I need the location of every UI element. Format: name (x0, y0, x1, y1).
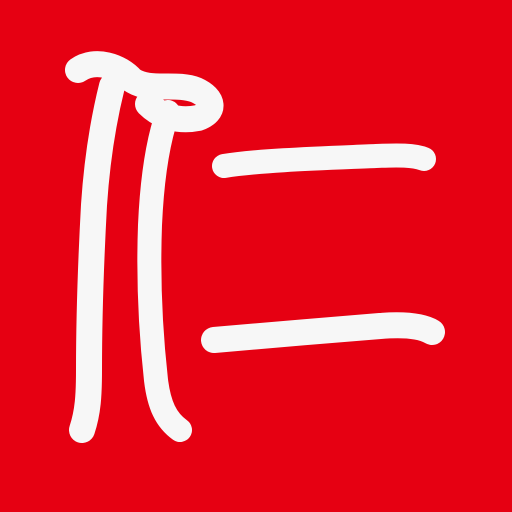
app-icon[interactable] (0, 0, 512, 512)
upper-horizontal-stroke (212, 143, 436, 178)
lower-horizontal-stroke (201, 312, 445, 353)
radical-right-stroke (137, 100, 192, 442)
ren-character-logo-icon (65, 51, 445, 443)
